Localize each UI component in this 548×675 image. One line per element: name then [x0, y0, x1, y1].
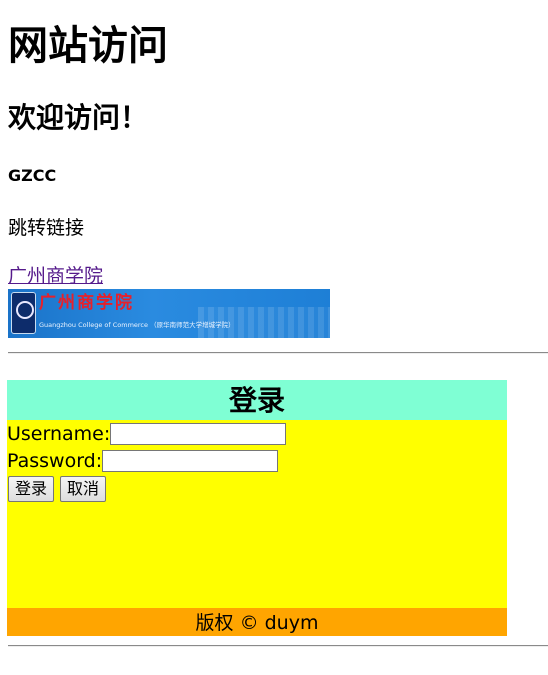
divider-bottom	[8, 645, 548, 647]
divider-top	[8, 352, 548, 354]
password-label: Password:	[7, 449, 103, 472]
logo-cn-name: 广州商学院	[39, 293, 134, 313]
password-input[interactable]	[102, 449, 279, 472]
subtitle-heading: GZCC	[8, 166, 57, 185]
login-button[interactable]: 登录	[8, 476, 55, 502]
username-row: Username:	[7, 421, 287, 446]
username-input[interactable]	[110, 422, 287, 445]
campus-skyline-graphic	[198, 307, 330, 338]
login-form: Username: Password: 登录 取消	[7, 420, 507, 608]
college-link[interactable]: 广州商学院	[8, 264, 103, 288]
page-title: 网站访问	[8, 23, 168, 69]
college-seal-icon	[11, 292, 36, 334]
college-logo-image[interactable]: 广州商学院 Guangzhou College of Commerce （原华南…	[8, 289, 330, 338]
password-row: Password:	[7, 448, 279, 473]
cancel-button[interactable]: 取消	[60, 476, 107, 502]
jump-text: 跳转链接	[8, 217, 85, 239]
login-title: 登录	[7, 380, 507, 420]
welcome-heading: 欢迎访问！	[8, 101, 149, 134]
form-buttons: 登录 取消	[8, 476, 112, 502]
username-label: Username:	[7, 422, 111, 445]
copyright-footer: 版权 © duym	[7, 608, 507, 636]
